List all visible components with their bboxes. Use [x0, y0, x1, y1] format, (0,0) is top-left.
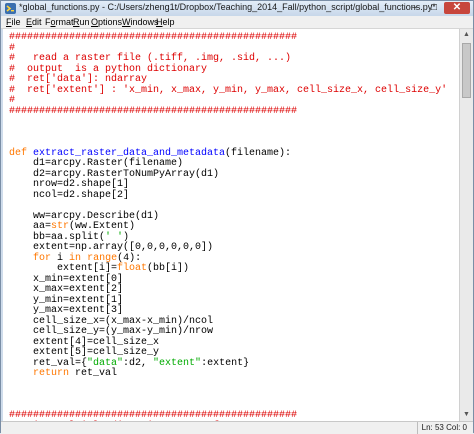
code-token: ########################################… — [9, 32, 298, 43]
code-token: y_min=extent[1] — [9, 294, 124, 306]
code-token: :extent} — [201, 357, 250, 369]
code-token: (filename): — [225, 147, 292, 159]
maximize-button[interactable]: □ — [425, 2, 443, 14]
code-token: # ret['data']: ndarray — [9, 74, 148, 85]
menu-edit[interactable]: Edit — [26, 16, 42, 28]
code-token: bb=aa.split( — [9, 231, 106, 243]
code-line[interactable]: ncol=d2.shape[2] — [9, 189, 447, 202]
code-token: return — [33, 368, 70, 379]
code-token: extent[5]=cell_size_y — [9, 347, 160, 358]
code-token: extract_raster_data_and_metadata — [33, 147, 226, 159]
code-line[interactable]: ########################################… — [9, 32, 447, 44]
code-token: def — [9, 147, 34, 159]
code-token: x_min=extent[0] — [9, 273, 124, 285]
code-token: d2=arcpy.RasterToNumPyArray(d1) — [9, 168, 220, 180]
title-bar[interactable]: *global_functions.py - C:/Users/zheng1t/… — [1, 1, 473, 16]
menu-format[interactable]: Format — [45, 16, 74, 28]
code-token: ########################################… — [9, 105, 298, 117]
code-token: float — [117, 263, 148, 274]
menu-file[interactable]: File — [6, 16, 21, 28]
menu-windows[interactable]: Windows — [122, 16, 159, 28]
code-token: str — [51, 221, 70, 232]
code-line[interactable] — [9, 128, 447, 139]
code-token: ret_val — [69, 368, 118, 379]
code-token: nrow=d2.shape[1] — [9, 179, 130, 190]
close-button[interactable]: ✕ — [444, 2, 470, 14]
code-token: ' ' — [105, 231, 124, 243]
window-title: *global_functions.py - C:/Users/zheng1t/… — [19, 2, 436, 12]
code-token: cell_size_x=(x_max-x_min)/ncol — [9, 315, 214, 327]
cursor-position: Ln: 53 Col: 0 — [416, 422, 467, 434]
code-token: # — [9, 42, 16, 54]
menu-options[interactable]: Options — [91, 16, 122, 28]
code-line[interactable] — [9, 390, 447, 401]
menu-bar: File Edit Format Run Options Windows Hel… — [1, 16, 473, 29]
code-token: for — [33, 252, 52, 264]
code-token: (4): — [117, 252, 142, 264]
scrollbar-thumb[interactable] — [462, 43, 471, 98]
code-token: # output is a python dictionary — [9, 63, 208, 75]
code-token: extent=np.array([0,0,0,0,0,0]) — [9, 242, 214, 253]
code-token: :d2, — [123, 357, 154, 369]
code-token: extent[i]= — [9, 263, 118, 274]
code-line[interactable]: ########################################… — [9, 105, 447, 118]
python-idle-icon — [5, 3, 16, 14]
status-bar: Ln: 53 Col: 0 — [1, 421, 473, 434]
code-token: range — [87, 252, 118, 264]
idle-window: *global_functions.py - C:/Users/zheng1t/… — [0, 0, 474, 434]
menu-run[interactable]: Run — [73, 16, 90, 28]
vertical-scrollbar[interactable]: ▲ ▼ — [459, 29, 473, 421]
code-line[interactable]: # ret['extent'] : 'x_min, x_max, y_min, … — [9, 84, 448, 97]
code-text[interactable]: ########################################… — [9, 32, 448, 421]
code-token: in — [69, 252, 82, 264]
code-token: "data" — [87, 357, 124, 369]
code-token: (bb[i]) — [147, 263, 190, 274]
code-token: x_max=extent[2] — [9, 284, 124, 295]
code-token: # read a raster file (.tiff, .img, .sid,… — [9, 53, 292, 64]
code-token: ########################################… — [9, 410, 298, 421]
code-token: (ww.Extent) — [69, 221, 136, 232]
code-editor[interactable]: ########################################… — [3, 29, 459, 421]
code-token: y_max=extent[3] — [9, 305, 124, 316]
code-token: d1=arcpy.Raster(filename) — [9, 158, 184, 169]
code-token: # ret['extent'] : 'x_min, x_max, y_min, … — [9, 84, 448, 96]
code-token: aa= — [9, 221, 52, 232]
code-token: ) — [123, 231, 130, 243]
code-line[interactable] — [9, 380, 447, 391]
code-token: cell_size_y=(y_max-y_min)/nrow — [9, 326, 214, 337]
menu-help[interactable]: Help — [156, 16, 175, 28]
code-line[interactable]: ########################################… — [9, 410, 447, 421]
code-token: ww=arcpy.Describe(d1) — [9, 210, 160, 222]
minimize-button[interactable]: – — [406, 2, 424, 14]
scroll-up-icon[interactable]: ▲ — [460, 29, 473, 41]
code-token: extent[4]=cell_size_x — [9, 336, 160, 348]
code-line[interactable]: return ret_val — [9, 368, 447, 380]
code-token: "extent" — [153, 357, 202, 369]
code-token: ret_val={ — [9, 357, 88, 369]
code-token: i — [51, 252, 70, 264]
code-line[interactable] — [9, 117, 447, 128]
code-token: # — [9, 95, 16, 106]
code-token: ncol=d2.shape[2] — [9, 189, 130, 201]
scroll-down-icon[interactable]: ▼ — [460, 409, 473, 421]
